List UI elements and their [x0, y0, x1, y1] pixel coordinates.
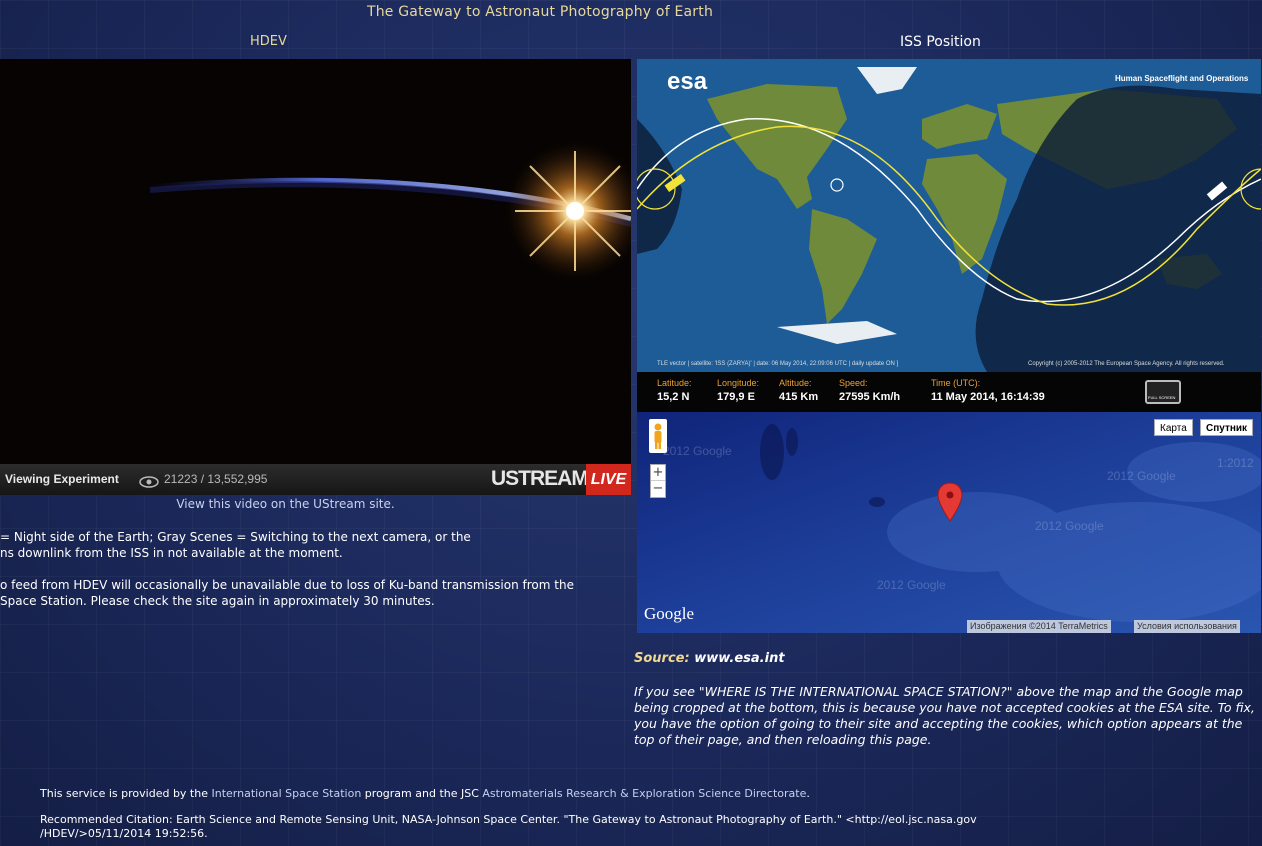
- altitude-value: 415 Km: [779, 391, 819, 403]
- view-count: 21223 / 13,552,995: [164, 472, 268, 486]
- esa-map-copyright: Copyright (c) 2005-2012 The European Spa…: [1028, 361, 1225, 367]
- esa-banner: Human Spaceflight and Operations: [1115, 74, 1249, 83]
- footer-service-line: This service is provided by the Internat…: [40, 787, 810, 800]
- longitude-label: Longitude:: [717, 378, 760, 388]
- footer-service-middle: program and the JSC: [361, 787, 483, 800]
- source-line: Source: www.esa.int: [634, 651, 785, 666]
- viewing-experiment-label: Viewing Experiment: [5, 472, 119, 486]
- fullscreen-label: FULL SCREEN: [1148, 395, 1176, 400]
- longitude-value: 179,9 E: [717, 391, 755, 403]
- imagery-credit: Изображения ©2014 TerraMetrics: [967, 620, 1111, 633]
- earth-horizon-sunrise-image: [0, 59, 631, 464]
- source-label: Source:: [634, 651, 690, 666]
- terms-of-use-link[interactable]: Условия использования: [1134, 620, 1240, 633]
- cookie-note: If you see "WHERE IS THE INTERNATIONAL S…: [634, 684, 1255, 747]
- video-control-bar: Viewing Experiment 21223 / 13,552,995 US…: [0, 464, 631, 495]
- map-watermark-4: 2012 Google: [877, 578, 946, 592]
- iss-info-panel: Latitude: 15,2 N Longitude: 179,9 E Alti…: [637, 372, 1261, 412]
- iss-position-heading: ISS Position: [900, 34, 981, 50]
- esa-source-link[interactable]: www.esa.int: [694, 651, 784, 666]
- esa-map-tle-caption: TLE vector | satellite: 'ISS (ZARYA)' | …: [657, 361, 899, 367]
- night-side-note-line-1: = Night side of the Earth; Gray Scenes =…: [0, 530, 471, 544]
- latitude-label: Latitude:: [657, 378, 692, 388]
- google-logo[interactable]: Google: [644, 604, 694, 624]
- eye-icon: [139, 473, 159, 492]
- fullscreen-button[interactable]: FULL SCREEN: [1145, 380, 1181, 404]
- time-value: 11 May 2014, 16:14:39: [931, 391, 1045, 403]
- unavailable-note-line-1: o feed from HDEV will occasionally be un…: [0, 578, 574, 592]
- esa-iss-tracking-map: esa Human Spaceflight and Operations TLE…: [637, 59, 1261, 372]
- zoom-control: + −: [650, 464, 666, 498]
- aresd-link[interactable]: Astromaterials Research & Exploration Sc…: [482, 787, 806, 800]
- map-type-satellite-button[interactable]: Спутник: [1200, 419, 1254, 436]
- hdev-video-player[interactable]: [0, 59, 631, 464]
- map-watermark-5: 1:2012: [1217, 456, 1254, 470]
- iss-program-link[interactable]: International Space Station: [211, 787, 361, 800]
- iss-location-marker-icon[interactable]: [937, 482, 963, 522]
- speed-label: Speed:: [839, 378, 868, 388]
- map-watermark-1: 2012 Google: [663, 444, 732, 458]
- footer-service-suffix: .: [806, 787, 810, 800]
- night-side-note-line-2: ns downlink from the ISS in not availabl…: [0, 546, 343, 560]
- map-type-map-button[interactable]: Карта: [1154, 419, 1193, 436]
- ustream-logo[interactable]: USTREAM: [491, 467, 589, 491]
- esa-logo: esa: [667, 68, 708, 95]
- hdev-heading: HDEV: [250, 34, 287, 49]
- zoom-in-button[interactable]: +: [651, 465, 665, 481]
- footer-service-prefix: This service is provided by the: [40, 787, 212, 800]
- world-map-image: [637, 59, 1261, 372]
- time-label: Time (UTC):: [931, 378, 981, 388]
- speed-value: 27595 Km/h: [839, 391, 901, 403]
- latitude-value: 15,2 N: [657, 391, 690, 403]
- pegman-street-view-control[interactable]: [649, 419, 667, 453]
- unavailable-note-line-2: Space Station. Please check the site aga…: [0, 594, 435, 608]
- site-title: The Gateway to Astronaut Photography of …: [366, 4, 714, 20]
- ustream-site-link[interactable]: View this video on the UStream site.: [0, 497, 571, 511]
- google-satellite-map[interactable]: 2012 Google 2012 Google 2012 Google 2012…: [637, 412, 1261, 633]
- map-watermark-3: 2012 Google: [1035, 519, 1104, 533]
- altitude-label: Altitude:: [779, 378, 812, 388]
- map-watermark-2: 2012 Google: [1107, 469, 1176, 483]
- pegman-icon: [654, 423, 662, 449]
- zoom-out-button[interactable]: −: [651, 481, 665, 497]
- live-badge: LIVE: [586, 464, 631, 495]
- recommended-citation: Recommended Citation: Earth Science and …: [40, 813, 977, 840]
